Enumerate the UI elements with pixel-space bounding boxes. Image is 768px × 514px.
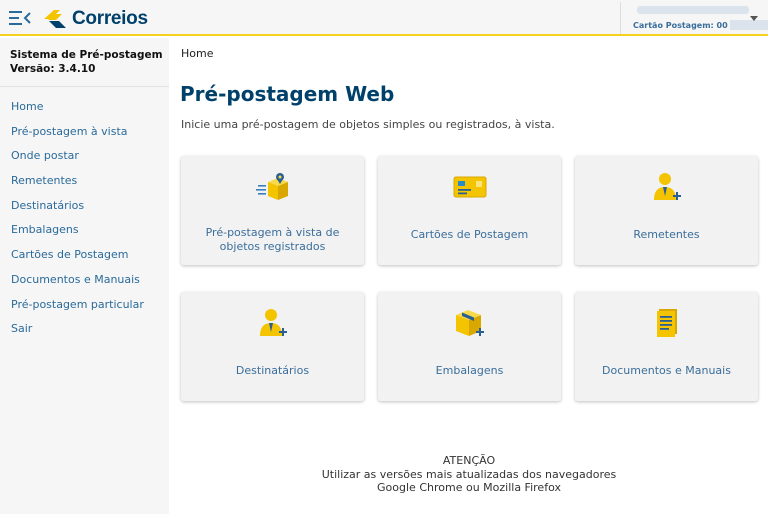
sidebar-item-remetentes[interactable]: Remetentes <box>11 174 144 199</box>
card-destinatarios[interactable]: Destinatários <box>181 292 364 401</box>
user-name-redacted <box>637 6 749 14</box>
sidebar-item-destinatarios[interactable]: Destinatários <box>11 199 144 224</box>
user-add-icon <box>653 173 681 200</box>
sidebar-item-cartoes-de-postagem[interactable]: Cartões de Postagem <box>11 248 144 273</box>
card-label: Remetentes <box>633 228 700 241</box>
user-add-icon <box>259 309 287 336</box>
browser-notice: ATENÇÃO Utilizar as versões mais atualiz… <box>289 454 649 495</box>
notice-line: Utilizar as versões mais atualizadas dos… <box>321 467 617 481</box>
caret-down-icon[interactable] <box>750 16 758 21</box>
page-subtitle: Inicie uma pré-postagem de objetos simpl… <box>181 118 555 131</box>
main-content: Home Pré-postagem Web Inicie uma pré-pos… <box>169 38 768 514</box>
menu-collapse-icon[interactable] <box>9 10 31 26</box>
card-embalagens[interactable]: Embalagens <box>378 292 561 401</box>
card-label: Embalagens <box>435 364 504 377</box>
cartao-postagem-label: Cartão Postagem: 00 <box>633 20 728 30</box>
notice-heading: ATENÇÃO <box>442 454 496 467</box>
page-title: Pré-postagem Web <box>180 82 395 106</box>
top-bar: Correios Cartão Postagem: 00 <box>0 0 768 36</box>
system-name: Sistema de Pré-postagem <box>10 49 163 61</box>
card-label: Cartões de Postagem <box>410 228 529 241</box>
correios-logo[interactable]: Correios <box>42 7 148 31</box>
correios-logo-icon <box>44 10 66 28</box>
system-version: Versão: 3.4.10 <box>10 63 96 75</box>
card-label: Documentos e Manuais <box>602 364 731 377</box>
document-icon <box>656 309 677 337</box>
sidebar-item-pre-postagem-particular[interactable]: Pré-postagem particular <box>11 298 144 323</box>
sidebar-nav: Home Pré-postagem à vista Onde postar Re… <box>11 100 144 347</box>
sidebar-item-sair[interactable]: Sair <box>11 322 144 347</box>
sidebar-item-onde-postar[interactable]: Onde postar <box>11 149 144 174</box>
card-pre-postagem-a-vista[interactable]: Pré-postagem à vista de objetos registra… <box>181 156 364 265</box>
card-label: Destinatários <box>235 364 310 377</box>
breadcrumb[interactable]: Home <box>181 47 213 60</box>
cartao-postagem-selector[interactable]: Cartão Postagem: 00 <box>620 2 768 34</box>
package-add-icon <box>455 310 484 336</box>
divider <box>0 86 169 87</box>
card-cartoes-de-postagem[interactable]: Cartões de Postagem <box>378 156 561 265</box>
sidebar-item-embalagens[interactable]: Embalagens <box>11 223 144 248</box>
card-documentos-e-manuais[interactable]: Documentos e Manuais <box>575 292 758 401</box>
notice-line: Google Chrome ou Mozilla Firefox <box>377 481 561 494</box>
card-label: Pré-postagem à vista de objetos registra… <box>205 226 340 253</box>
cartao-number-redacted <box>729 20 768 30</box>
sidebar-item-home[interactable]: Home <box>11 100 144 125</box>
card-icon <box>453 176 486 198</box>
logo-text: Correios <box>72 8 148 29</box>
sidebar-item-pre-postagem-a-vista[interactable]: Pré-postagem à vista <box>11 125 144 150</box>
delivery-box-icon <box>255 173 288 200</box>
sidebar-item-documentos-e-manuais[interactable]: Documentos e Manuais <box>11 273 144 298</box>
system-info: Sistema de Pré-postagem Versão: 3.4.10 <box>10 48 163 76</box>
card-remetentes[interactable]: Remetentes <box>575 156 758 265</box>
sidebar: Sistema de Pré-postagem Versão: 3.4.10 H… <box>0 38 169 514</box>
